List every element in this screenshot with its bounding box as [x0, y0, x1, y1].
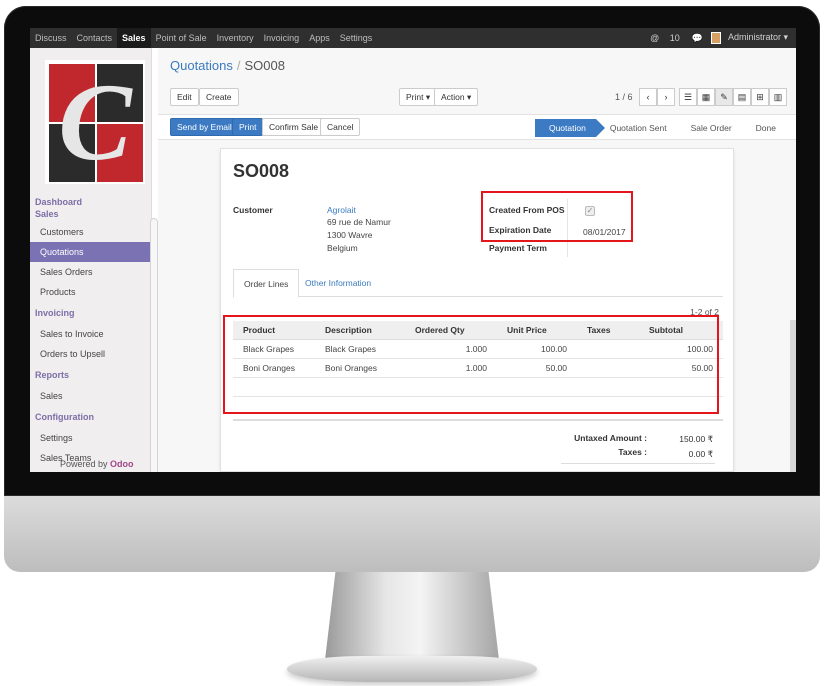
action-dropdown[interactable]: Action ▾ [434, 88, 479, 106]
sidebar-item-orders-to-upsell[interactable]: Orders to Upsell [30, 344, 152, 364]
print-dropdown[interactable]: Print ▾ [399, 88, 438, 106]
menu-section-configuration: Configuration [35, 412, 94, 422]
pivot-view-button[interactable]: ⊞ [751, 88, 769, 106]
customer-link[interactable]: Agrolait [327, 205, 356, 215]
stage-done[interactable]: Done [742, 119, 786, 137]
pager-next-button[interactable]: › [657, 88, 675, 106]
main-content: Quotations / SO008 Edit Create Print ▾ Act… [158, 48, 796, 472]
form-view-button[interactable]: ✎ [715, 88, 733, 106]
sidebar-scrollbar[interactable] [150, 218, 158, 472]
nav-apps[interactable]: Apps [304, 28, 335, 48]
calendar-view-button[interactable]: ▤ [733, 88, 751, 106]
powered-by: Powered by Odoo [60, 459, 134, 469]
untaxed-amount-value: 150.00 ₹ [679, 434, 713, 444]
top-navbar: Discuss Contacts Sales Point of Sale Inv… [30, 28, 796, 48]
monitor-stand-base [287, 656, 537, 682]
highlight-order-lines [223, 315, 719, 414]
company-logo[interactable]: C [45, 60, 145, 184]
customer-address-line2: 1300 Wavre [327, 230, 373, 240]
nav-invoicing[interactable]: Invoicing [259, 28, 305, 48]
nav-discuss[interactable]: Discuss [30, 28, 72, 48]
avatar [710, 32, 721, 44]
sidebar: C Dashboard Sales Customers Quotations S… [30, 48, 158, 472]
confirm-sale-button[interactable]: Confirm Sale [262, 118, 326, 136]
logo-letter: C [58, 61, 132, 183]
pager-prev-button[interactable]: ‹ [639, 88, 657, 106]
notebook-tabs: Order Lines Other Information [233, 269, 723, 298]
sidebar-menu: Dashboard Sales Customers Quotations Sal… [30, 196, 152, 468]
breadcrumb: Quotations / SO008 [170, 58, 285, 73]
powered-by-text: Powered by [60, 459, 108, 469]
menu-section-invoicing: Invoicing [35, 308, 75, 318]
edit-button[interactable]: Edit [170, 88, 199, 106]
monitor: Discuss Contacts Sales Point of Sale Inv… [0, 0, 824, 686]
monitor-chin [4, 496, 820, 572]
taxes-value: 0.00 ₹ [688, 449, 713, 459]
stage-progress: Quotation Quotation Sent Sale Order Done [534, 119, 786, 137]
calendar-view-icon: ▤ [737, 92, 747, 102]
form-view-icon: ✎ [720, 92, 728, 102]
at-icon: @ [650, 33, 660, 43]
menu-section-dashboard[interactable]: Dashboard [30, 196, 152, 208]
breadcrumb-current: SO008 [244, 58, 285, 73]
totals-divider [561, 463, 715, 464]
list-view-icon: ☰ [683, 92, 693, 102]
nav-settings[interactable]: Settings [335, 28, 378, 48]
odoo-link[interactable]: Odoo [110, 459, 134, 469]
navbar-right: @ 10 💬 Administrator ▾ [642, 32, 796, 44]
kanban-view-icon: ▦ [701, 92, 711, 102]
tab-other-information[interactable]: Other Information [295, 269, 381, 298]
notification-count: 10 [669, 33, 680, 43]
stage-sale-order[interactable]: Sale Order [677, 119, 742, 137]
chevron-left-icon: ‹ [646, 92, 650, 102]
payment-term-label: Payment Term [489, 243, 547, 253]
status-bar: Send by Email Print Confirm Sale Cancel … [158, 114, 796, 140]
nav-inventory[interactable]: Inventory [212, 28, 259, 48]
sidebar-item-quotations[interactable]: Quotations [30, 242, 152, 262]
form-sheet: SO008 Customer Agrolait 69 rue de Namur … [220, 148, 734, 472]
nav-sales[interactable]: Sales [117, 28, 151, 48]
sidebar-item-reports-sales[interactable]: Sales [30, 386, 152, 406]
taxes-label: Taxes : [618, 447, 647, 457]
sidebar-item-customers[interactable]: Customers [30, 222, 152, 242]
chat-icon[interactable]: 💬 [688, 33, 707, 44]
pivot-view-icon: ⊞ [756, 92, 764, 102]
menu-section-reports: Reports [35, 370, 70, 380]
notifications[interactable]: @ 10 [642, 33, 688, 43]
customer-address-line1: 69 rue de Namur [327, 217, 391, 227]
customer-label: Customer [233, 205, 273, 215]
sidebar-item-products[interactable]: Products [30, 282, 152, 302]
graph-view-icon: ▥ [773, 92, 783, 102]
graph-view-button[interactable]: ▥ [769, 88, 787, 106]
stage-quotation-sent[interactable]: Quotation Sent [596, 119, 677, 137]
breadcrumb-quotations[interactable]: Quotations [170, 58, 233, 73]
document-title: SO008 [233, 161, 290, 181]
create-button[interactable]: Create [199, 88, 239, 106]
monitor-stand-neck [325, 572, 499, 660]
nav-contacts[interactable]: Contacts [72, 28, 118, 48]
sidebar-item-sales-orders[interactable]: Sales Orders [30, 262, 152, 282]
main-scrollbar[interactable] [790, 320, 796, 472]
user-name: Administrator ▾ [727, 32, 788, 43]
screen: Discuss Contacts Sales Point of Sale Inv… [30, 28, 796, 472]
sidebar-item-settings[interactable]: Settings [30, 428, 152, 448]
user-menu[interactable]: Administrator ▾ [707, 32, 796, 44]
list-view-button[interactable]: ☰ [679, 88, 697, 106]
table-bottom-border [233, 419, 723, 421]
tab-order-lines[interactable]: Order Lines [233, 269, 300, 298]
print-button[interactable]: Print [232, 118, 264, 136]
chevron-right-icon: › [664, 92, 668, 102]
pager-value: 1 / 6 [615, 92, 633, 102]
customer-address-line3: Belgium [327, 243, 358, 253]
stage-quotation[interactable]: Quotation [534, 119, 605, 137]
highlight-pos-fields [481, 191, 633, 242]
menu-section-sales: Sales [35, 209, 59, 219]
kanban-view-button[interactable]: ▦ [697, 88, 715, 106]
sidebar-item-sales-to-invoice[interactable]: Sales to Invoice [30, 324, 152, 344]
untaxed-amount-label: Untaxed Amount : [574, 433, 647, 443]
send-by-email-button[interactable]: Send by Email [170, 118, 239, 136]
breadcrumb-separator: / [236, 58, 241, 73]
nav-point-of-sale[interactable]: Point of Sale [151, 28, 212, 48]
cancel-button[interactable]: Cancel [320, 118, 361, 136]
